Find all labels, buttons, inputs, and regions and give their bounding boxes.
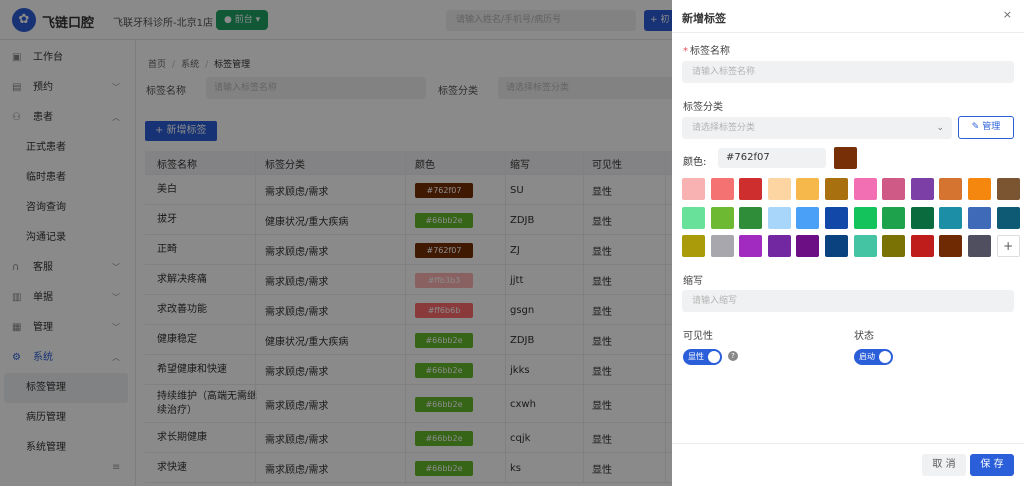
color-swatch[interactable]	[853, 235, 877, 257]
color-swatch[interactable]	[996, 178, 1020, 200]
toggle-knob	[708, 351, 720, 363]
color-preview	[834, 147, 857, 169]
required-mark: *	[683, 46, 688, 57]
color-swatch[interactable]	[968, 235, 991, 257]
abbr-input[interactable]: 请输入缩写	[682, 290, 1014, 312]
color-swatch[interactable]	[825, 206, 848, 229]
color-swatch[interactable]	[910, 235, 934, 257]
save-button[interactable]: 保 存	[970, 454, 1014, 476]
color-swatch[interactable]	[939, 206, 963, 229]
color-swatch[interactable]	[882, 235, 906, 257]
color-swatch[interactable]	[853, 206, 877, 229]
color-swatch[interactable]	[796, 235, 820, 257]
color-swatch[interactable]	[825, 235, 848, 257]
color-swatch[interactable]	[682, 206, 705, 229]
color-swatch[interactable]	[910, 178, 934, 200]
help-icon[interactable]: ?	[728, 351, 738, 361]
add-swatch-button[interactable]: +	[996, 235, 1020, 257]
tag-name-label: * 标签名称	[683, 42, 730, 57]
color-swatch[interactable]	[739, 235, 763, 257]
color-label: 颜色:	[683, 157, 707, 168]
tag-category-placeholder: 请选择标签分类	[692, 123, 756, 133]
color-swatch[interactable]	[739, 206, 763, 229]
color-swatch[interactable]	[739, 178, 763, 200]
color-swatch[interactable]	[767, 235, 791, 257]
close-icon[interactable]: ×	[1003, 8, 1012, 21]
visibility-toggle[interactable]: 显性	[683, 349, 722, 365]
color-swatch[interactable]	[825, 178, 848, 200]
visibility-label: 可见性	[683, 331, 713, 342]
color-swatch[interactable]	[968, 206, 991, 229]
color-swatch[interactable]	[939, 235, 963, 257]
color-swatch[interactable]	[968, 178, 991, 200]
abbr-label: 缩写	[683, 276, 703, 287]
visibility-toggle-text: 显性	[688, 352, 704, 361]
color-swatch[interactable]	[682, 235, 705, 257]
tag-category-select[interactable]: 请选择标签分类 ⌄	[682, 117, 952, 139]
color-swatch[interactable]	[853, 178, 877, 200]
tag-category-label: 标签分类	[683, 102, 723, 113]
color-swatch[interactable]	[682, 178, 705, 200]
manage-category-button[interactable]: ✎ 管理	[958, 116, 1014, 139]
color-swatch[interactable]	[910, 206, 934, 229]
color-swatch[interactable]	[767, 206, 791, 229]
drawer-footer-divider	[672, 443, 1024, 444]
cancel-button[interactable]: 取 消	[922, 454, 966, 476]
tag-name-input[interactable]: 请输入标签名称	[682, 61, 1014, 83]
chevron-down-icon: ⌄	[936, 123, 944, 133]
status-toggle-text: 启动	[859, 352, 875, 361]
drawer-title: 新增标签	[682, 12, 726, 25]
edit-icon: ✎	[971, 122, 980, 132]
color-hex-input[interactable]: #762f07	[718, 148, 826, 168]
modal-overlay[interactable]	[0, 0, 672, 486]
toggle-knob	[879, 351, 891, 363]
color-swatch[interactable]	[767, 178, 791, 200]
manage-label: 管理	[982, 122, 1001, 132]
color-swatch[interactable]	[996, 206, 1020, 229]
color-swatch[interactable]	[882, 206, 906, 229]
add-tag-drawer: 新增标签 × * 标签名称 请输入标签名称 标签分类 请选择标签分类 ⌄ ✎ 管理…	[672, 0, 1024, 486]
color-swatch[interactable]	[710, 206, 734, 229]
color-swatch[interactable]	[939, 178, 963, 200]
color-swatch[interactable]	[796, 206, 820, 229]
color-swatch[interactable]	[882, 178, 906, 200]
color-swatch[interactable]	[710, 235, 734, 257]
status-label: 状态	[854, 331, 874, 342]
drawer-divider	[672, 32, 1024, 33]
status-toggle[interactable]: 启动	[854, 349, 893, 365]
color-swatch[interactable]	[796, 178, 820, 200]
tag-name-label-text: 标签名称	[690, 46, 730, 57]
color-swatch[interactable]	[710, 178, 734, 200]
